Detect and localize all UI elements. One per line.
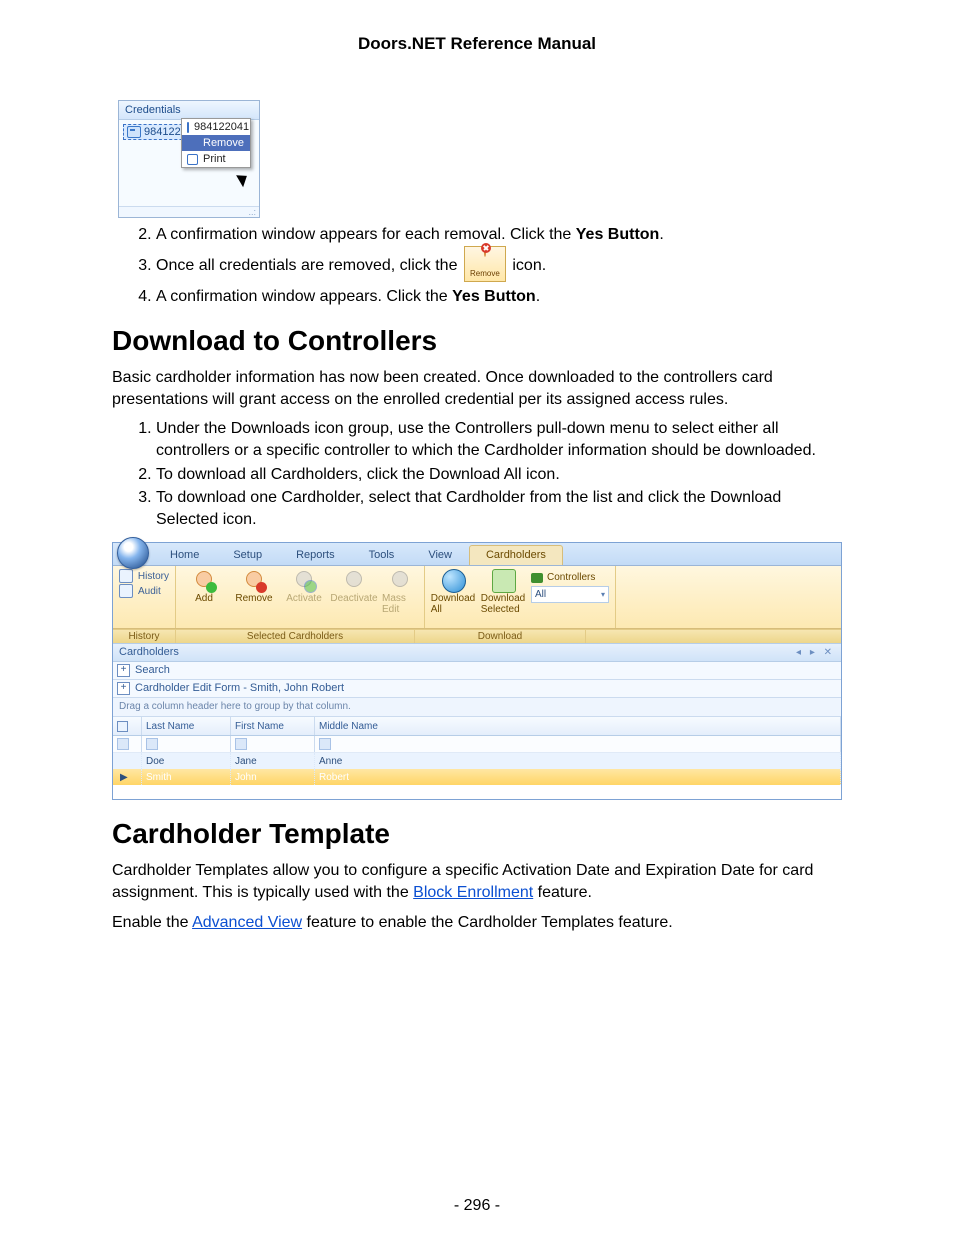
- chevron-down-icon: ▾: [601, 590, 605, 599]
- globe-icon: [442, 569, 466, 593]
- menu-label: 984122041: [194, 121, 249, 133]
- link-advanced-view[interactable]: Advanced View: [192, 914, 302, 931]
- step-4: A confirmation window appears. Click the…: [156, 286, 842, 308]
- download-step-1: Under the Downloads icon group, use the …: [156, 418, 842, 461]
- resize-grip: ..:: [119, 206, 259, 217]
- heading-cardholder-template: Cardholder Template: [112, 818, 842, 850]
- card-icon: [127, 126, 141, 138]
- ribbon: History Audit Add: [113, 566, 841, 629]
- tab-reports[interactable]: Reports: [279, 545, 352, 565]
- ribbon-mass-edit[interactable]: Mass Edit: [382, 569, 418, 615]
- ribbon-history[interactable]: History: [119, 569, 169, 583]
- menu-item-print[interactable]: Print: [182, 151, 250, 167]
- step-3: Once all credentials are removed, click …: [156, 248, 842, 284]
- doc-header: Doors.NET Reference Manual: [112, 34, 842, 54]
- expand-icon[interactable]: +: [117, 664, 130, 677]
- filter-icon[interactable]: [146, 738, 158, 750]
- tab-home[interactable]: Home: [153, 545, 216, 565]
- edit-form-row[interactable]: + Cardholder Edit Form - Smith, John Rob…: [113, 680, 841, 698]
- group-download: Download: [415, 630, 586, 643]
- context-menu: 984122041 Remove Print: [181, 118, 251, 168]
- tab-setup[interactable]: Setup: [216, 545, 279, 565]
- controllers-combo[interactable]: All▾: [531, 586, 609, 603]
- history-icon: [119, 569, 133, 583]
- download-selected-icon: [492, 569, 516, 593]
- link-block-enrollment[interactable]: Block Enrollment: [413, 884, 533, 901]
- col-lastname[interactable]: Last Name: [142, 717, 231, 735]
- app-screenshot: Home Setup Reports Tools View Cardholder…: [112, 542, 842, 800]
- group-history: History: [113, 630, 176, 643]
- step-2: A confirmation window appears for each r…: [156, 224, 842, 246]
- menu-label: Remove: [203, 137, 244, 149]
- template-p2: Enable the Advanced View feature to enab…: [112, 912, 842, 934]
- grid-filter-row[interactable]: [113, 736, 841, 753]
- cardholder-grid: Last Name First Name Middle Name Doe Jan…: [113, 717, 841, 799]
- ribbon-add[interactable]: Add: [182, 569, 226, 604]
- ribbon-group-captions: History Selected Cardholders Download: [113, 629, 841, 643]
- check-icon: [187, 154, 198, 165]
- ribbon-activate[interactable]: Activate: [282, 569, 326, 604]
- col-middlename[interactable]: Middle Name: [315, 717, 841, 735]
- heading-download-to-controllers: Download to Controllers: [112, 325, 842, 357]
- tab-view[interactable]: View: [411, 545, 469, 565]
- ribbon-deactivate[interactable]: Deactivate: [332, 569, 376, 604]
- ribbon-download-all[interactable]: Download All: [431, 569, 475, 615]
- table-row[interactable]: Doe Jane Anne: [113, 753, 841, 769]
- audit-icon: [119, 584, 133, 598]
- menu-label: Print: [203, 153, 226, 165]
- group-selected-cardholders: Selected Cardholders: [176, 630, 415, 643]
- filter-icon[interactable]: [117, 738, 129, 750]
- col-firstname[interactable]: First Name: [231, 717, 315, 735]
- credentials-panel-screenshot: Credentials 984122041 984122041 Remove P…: [118, 100, 260, 218]
- panel-title-cardholders: Cardholders ◂ ▸ ✕: [113, 643, 841, 662]
- menu-item-remove[interactable]: Remove: [182, 135, 250, 151]
- search-row[interactable]: + Search: [113, 662, 841, 680]
- expand-icon[interactable]: +: [117, 682, 130, 695]
- group-by-hint: Drag a column header here to group by th…: [113, 698, 841, 717]
- filter-icon[interactable]: [319, 738, 331, 750]
- tab-tools[interactable]: Tools: [352, 545, 412, 565]
- ribbon-audit[interactable]: Audit: [119, 584, 169, 598]
- tab-strip: Home Setup Reports Tools View Cardholder…: [113, 543, 841, 566]
- controllers-label: Controllers: [531, 571, 609, 584]
- filter-icon[interactable]: [235, 738, 247, 750]
- controllers-icon: [531, 573, 543, 583]
- tab-cardholders[interactable]: Cardholders: [469, 545, 563, 565]
- row-selector-icon[interactable]: [117, 721, 128, 732]
- table-row-selected[interactable]: ▶ Smith John Robert: [113, 769, 841, 785]
- download-step-3: To download one Cardholder, select that …: [156, 487, 842, 530]
- ribbon-download-selected[interactable]: Download Selected: [481, 569, 525, 615]
- menu-item-checked[interactable]: 984122041: [182, 119, 250, 135]
- panel-tool-buttons[interactable]: ◂ ▸ ✕: [796, 644, 835, 661]
- page-number: - 296 -: [0, 1197, 954, 1215]
- check-icon: [187, 122, 189, 133]
- download-step-2: To download all Cardholders, click the D…: [156, 464, 842, 486]
- grid-header: Last Name First Name Middle Name: [113, 717, 841, 736]
- ribbon-remove[interactable]: Remove: [232, 569, 276, 604]
- cursor-icon: [236, 171, 251, 188]
- remove-ribbon-icon: Remove: [464, 246, 506, 282]
- template-p1: Cardholder Templates allow you to config…: [112, 860, 842, 903]
- row-pointer-icon: ▶: [117, 772, 128, 783]
- download-intro: Basic cardholder information has now bee…: [112, 367, 842, 410]
